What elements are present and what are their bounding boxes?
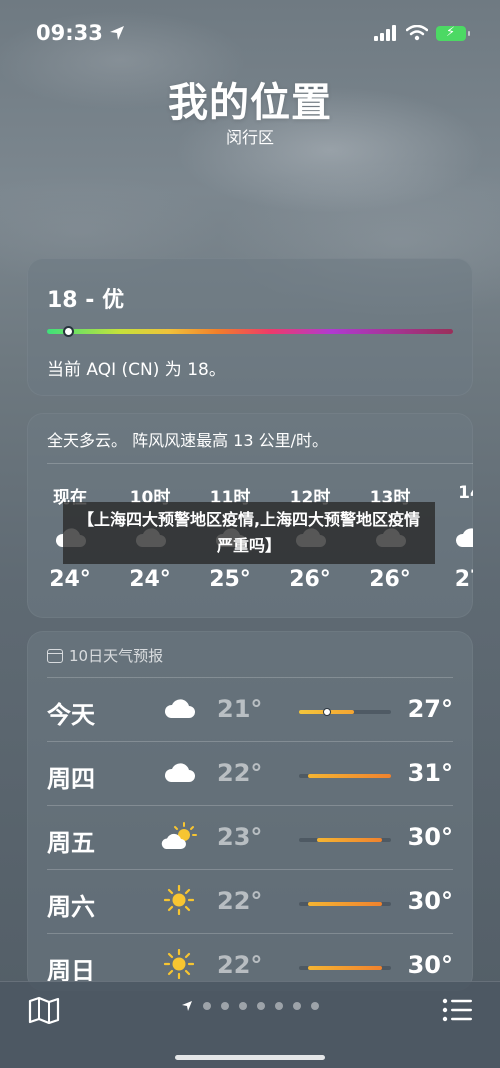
page-dot[interactable] [293, 1002, 301, 1010]
page-dot[interactable] [257, 1002, 265, 1010]
forecast-row[interactable]: 今天 21° 27° [47, 677, 453, 741]
hour-label: 14 [458, 483, 473, 503]
page-dot[interactable] [239, 1002, 247, 1010]
temp-range-bar [299, 774, 391, 778]
forecast-day: 今天 [47, 701, 95, 729]
temp-range-fill [317, 838, 382, 842]
page-dot[interactable] [221, 1002, 229, 1010]
location-title: 我的位置 [168, 80, 332, 126]
page-dot[interactable] [203, 1002, 211, 1010]
location-district: 闵行区 [225, 128, 274, 147]
aqi-value: 18 - 优 [47, 288, 125, 313]
ten-day-header: 10日天气预报 [47, 645, 163, 666]
page-indicator[interactable] [0, 1000, 500, 1012]
hour-temp: 24° [49, 567, 91, 592]
forecast-row[interactable]: 周四 22° 31° [47, 741, 453, 805]
cellular-signal-icon [374, 25, 396, 41]
temp-range-bar [299, 838, 391, 842]
temp-range-bar [299, 708, 391, 716]
air-quality-card[interactable]: 18 - 优 当前 AQI (CN) 为 18。 [27, 258, 473, 396]
wifi-icon [406, 25, 428, 41]
hour-temp: 25° [209, 567, 251, 592]
forecast-high: 30° [407, 887, 453, 915]
hour-temp: 24° [129, 567, 171, 592]
temp-range-fill [308, 902, 382, 906]
forecast-low: 23° [217, 823, 263, 851]
forecast-low: 22° [217, 887, 263, 915]
news-title-banner: 【上海四大预警地区疫情,上海四大预警地区疫情严重吗】 [63, 502, 435, 564]
cloud-icon [164, 699, 195, 718]
page-dot[interactable] [275, 1002, 283, 1010]
list-icon[interactable] [442, 998, 472, 1022]
bottom-toolbar [0, 981, 500, 1068]
temp-range-bar [299, 902, 391, 906]
page-dot[interactable] [311, 1002, 319, 1010]
partly-sunny-icon [161, 822, 197, 849]
divider [47, 805, 453, 806]
forecast-high: 31° [407, 759, 453, 787]
sun-icon [164, 949, 194, 979]
divider [47, 933, 453, 934]
ten-day-forecast-card[interactable]: 10日天气预报 今天 21° 27° 周四 22° 31° 周五 23° 30°… [27, 631, 473, 991]
hour-item: 14 27 [435, 483, 473, 592]
hour-temp: 26° [369, 567, 411, 592]
status-time: 09:33 [36, 21, 125, 45]
current-location-arrow-icon[interactable] [181, 1000, 193, 1012]
ten-day-header-label: 10日天气预报 [69, 647, 164, 665]
divider [47, 677, 453, 678]
temp-range-fill [308, 774, 391, 778]
forecast-high: 30° [407, 951, 453, 979]
cloud-icon [456, 528, 473, 547]
cloud-icon [164, 763, 195, 782]
temp-range-bar [299, 966, 391, 970]
temp-range-fill [308, 966, 382, 970]
hourly-summary: 全天多云。 阵风风速最高 13 公里/时。 [47, 431, 329, 450]
sun-icon [164, 885, 194, 915]
hour-temp: 27 [454, 567, 473, 592]
forecast-low: 21° [217, 695, 263, 723]
forecast-low: 22° [217, 951, 263, 979]
divider [47, 741, 453, 742]
current-temp-dot [322, 708, 331, 716]
hour-temp: 26° [289, 567, 331, 592]
location-arrow-icon [109, 26, 124, 40]
divider [47, 463, 473, 464]
forecast-day: 周五 [47, 829, 95, 857]
forecast-low: 22° [217, 759, 263, 787]
forecast-row[interactable]: 周五 23° 30° [47, 805, 453, 869]
divider [47, 869, 453, 870]
forecast-high: 30° [407, 823, 453, 851]
forecast-day: 周四 [47, 765, 95, 793]
forecast-day: 周六 [47, 893, 95, 921]
aqi-indicator-dot [63, 326, 75, 337]
aqi-description: 当前 AQI (CN) 为 18。 [47, 360, 226, 380]
battery-icon: ⚡ [436, 25, 470, 41]
aqi-scale-bar [47, 326, 453, 337]
status-bar: 09:33 ⚡ [36, 18, 470, 48]
home-indicator [175, 1055, 325, 1060]
status-time-text: 09:33 [36, 21, 103, 45]
forecast-row[interactable]: 周六 22° 30° [47, 869, 453, 933]
calendar-icon [47, 648, 63, 663]
forecast-high: 27° [407, 695, 453, 723]
